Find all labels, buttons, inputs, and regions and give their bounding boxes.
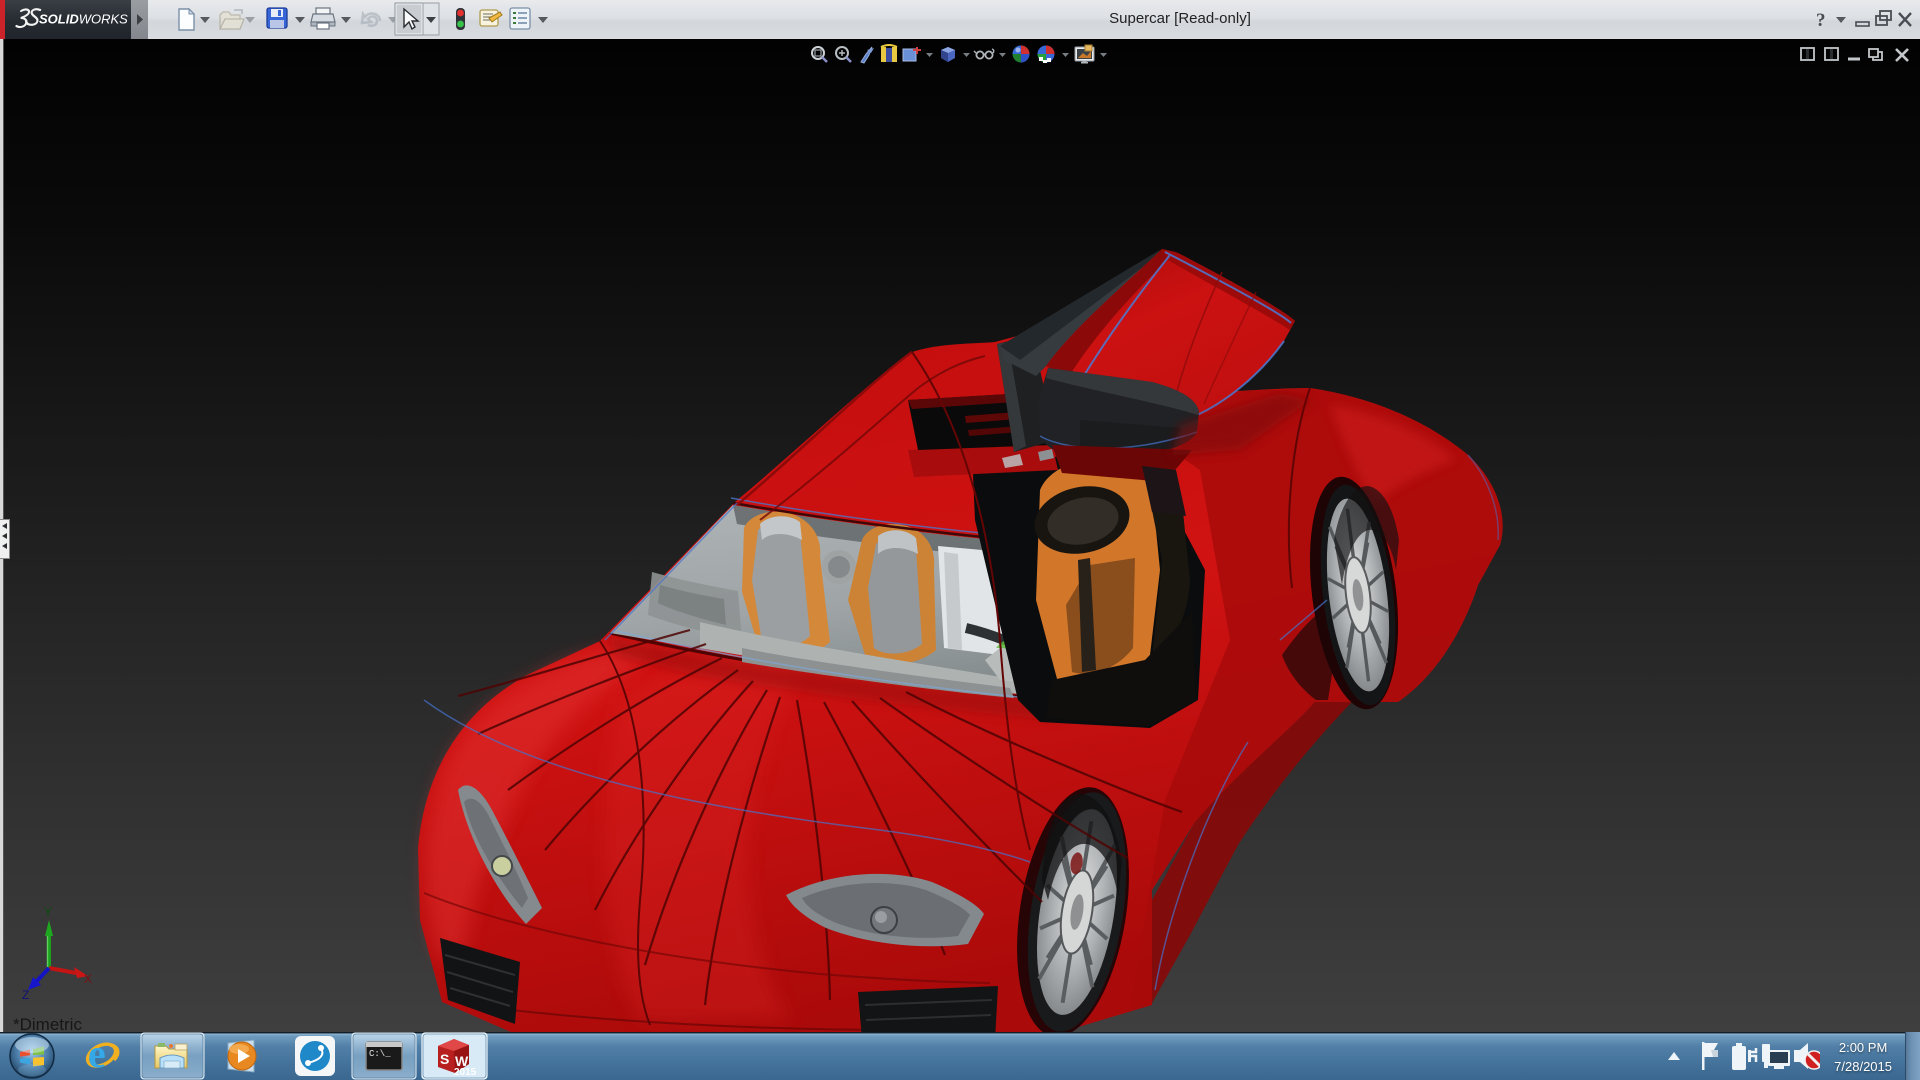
svg-text:X: X (84, 972, 92, 986)
svg-text:SOLIDWORKS: SOLIDWORKS (39, 12, 128, 27)
svg-text:Y: Y (44, 905, 52, 919)
svg-text:2015: 2015 (454, 1067, 477, 1078)
svg-text:e: e (88, 1032, 106, 1076)
svg-text:C:\_: C:\_ (369, 1049, 391, 1059)
svg-text:S: S (440, 1051, 449, 1067)
svg-text:Z: Z (22, 988, 29, 1002)
svg-text:?: ? (1816, 10, 1826, 31)
